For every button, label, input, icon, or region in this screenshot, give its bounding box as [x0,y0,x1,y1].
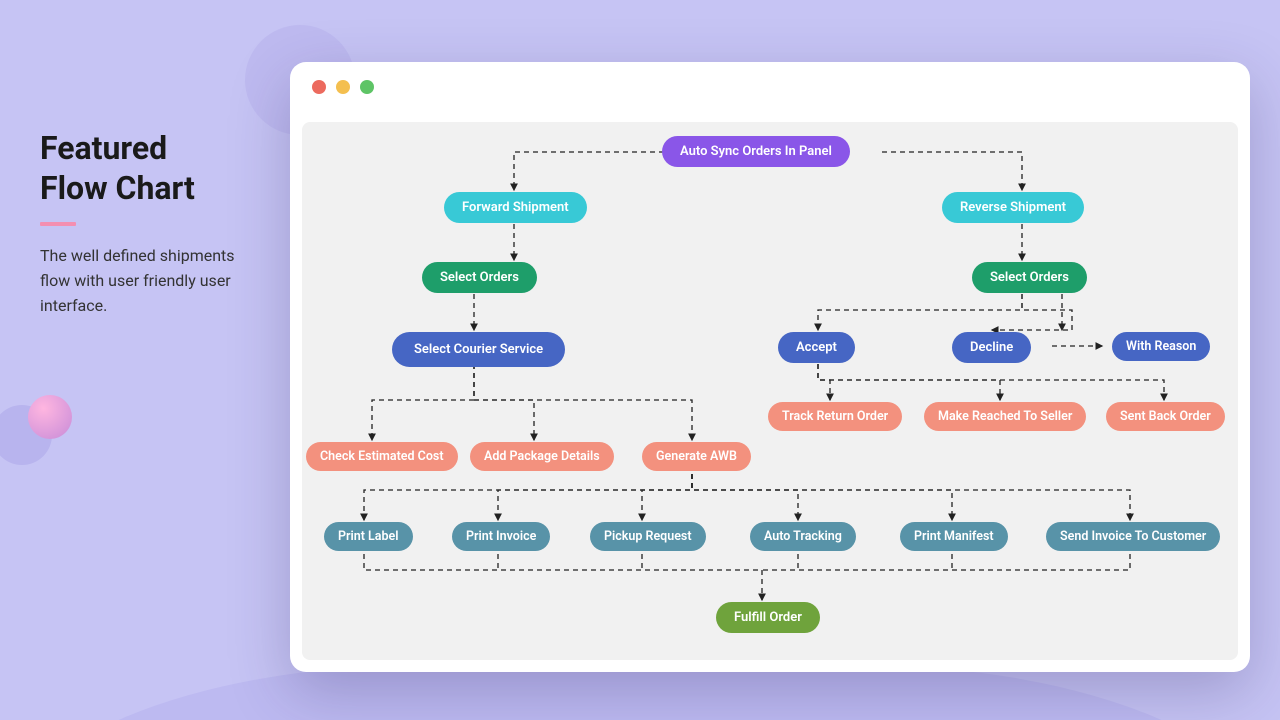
node-gen-awb: Generate AWB [642,442,751,471]
maximize-icon[interactable] [360,80,374,94]
page-title: Featured Flow Chart [40,128,250,208]
flowchart-canvas: Auto Sync Orders In Panel Forward Shipme… [302,122,1238,660]
title-underline [40,222,76,226]
node-add-pkg: Add Package Details [470,442,614,471]
close-icon[interactable] [312,80,326,94]
node-track-return: Track Return Order [768,402,902,431]
minimize-icon[interactable] [336,80,350,94]
node-select-courier: Select Courier Service [392,332,565,367]
node-with-reason: With Reason [1112,332,1210,361]
decor-circle-pink [28,395,72,439]
node-forward-shipment: Forward Shipment [444,192,587,223]
node-select-orders-left: Select Orders [422,262,537,293]
node-print-label: Print Label [324,522,413,551]
window-titlebar [290,62,1250,112]
title-line-2: Flow Chart [40,169,195,207]
node-fulfill-order: Fulfill Order [716,602,820,633]
node-pickup-request: Pickup Request [590,522,706,551]
sidebar: Featured Flow Chart The well defined shi… [40,128,250,318]
node-print-manifest: Print Manifest [900,522,1008,551]
node-print-invoice: Print Invoice [452,522,550,551]
node-reverse-shipment: Reverse Shipment [942,192,1084,223]
node-auto-tracking: Auto Tracking [750,522,856,551]
node-select-orders-right: Select Orders [972,262,1087,293]
flowchart-connectors [302,122,1238,660]
page-description: The well defined shipments flow with use… [40,244,250,318]
node-decline: Decline [952,332,1031,363]
title-line-1: Featured [40,129,167,167]
node-reached-seller: Make Reached To Seller [924,402,1086,431]
decor-band [0,665,1280,720]
node-accept: Accept [778,332,855,363]
window-frame: Auto Sync Orders In Panel Forward Shipme… [290,62,1250,672]
node-send-invoice: Send Invoice To Customer [1046,522,1220,551]
node-check-cost: Check Estimated Cost [306,442,458,471]
node-root: Auto Sync Orders In Panel [662,136,850,167]
node-sent-back: Sent Back Order [1106,402,1225,431]
